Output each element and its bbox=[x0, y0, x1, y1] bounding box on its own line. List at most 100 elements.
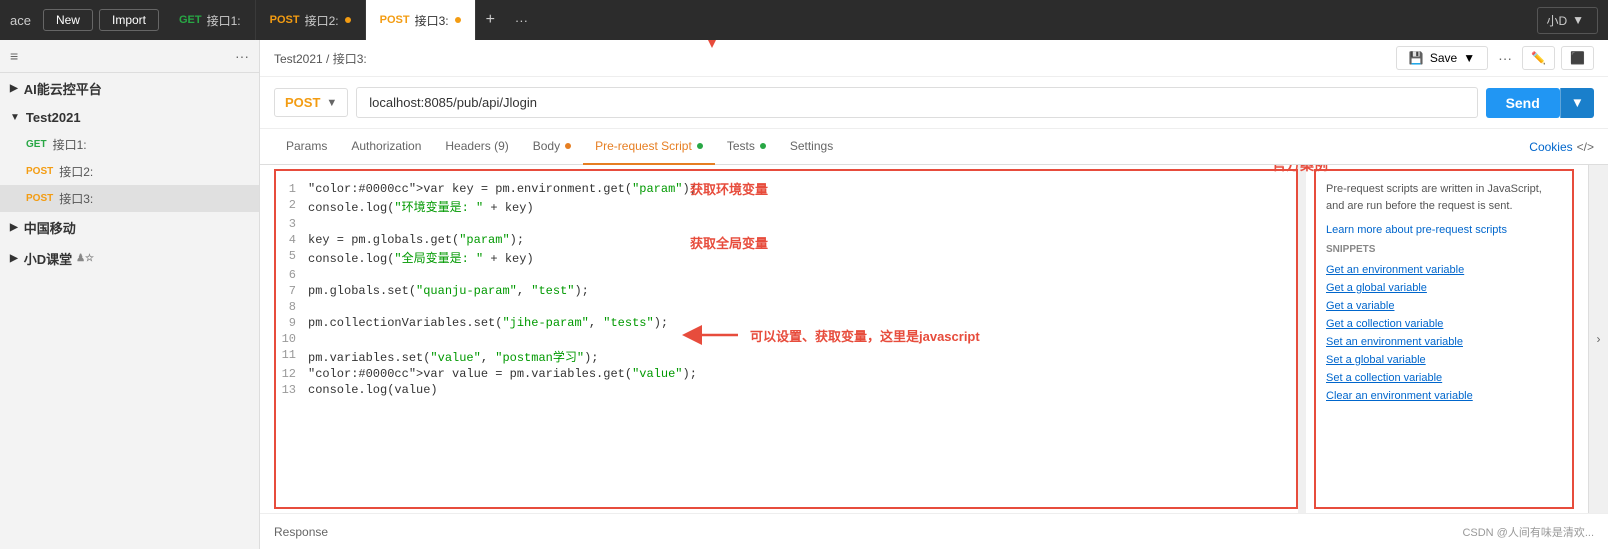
sidebar-filter-button[interactable]: ≡ bbox=[10, 48, 18, 64]
tab2-dot bbox=[345, 17, 351, 23]
sidebar-ai-title: AI能云控平台 bbox=[24, 79, 102, 98]
save-icon: 💾 bbox=[1409, 51, 1424, 65]
method-label: POST bbox=[285, 95, 320, 110]
method-chevron-icon: ▼ bbox=[326, 97, 337, 109]
code-line: 2console.log("环境变量是: " + key) bbox=[276, 197, 1296, 216]
snippet-item[interactable]: Set an environment variable bbox=[1326, 333, 1562, 351]
edit-button[interactable]: ✏️ bbox=[1522, 46, 1555, 70]
snippet-item[interactable]: Get a global variable bbox=[1326, 279, 1562, 297]
app-title: ace bbox=[10, 13, 31, 28]
api1-method-label: GET bbox=[26, 139, 47, 150]
request-line: POST ▼ Send ▼ bbox=[260, 77, 1608, 129]
snippet-item[interactable]: Get a variable bbox=[1326, 297, 1562, 315]
snippet-item[interactable]: Get an environment variable bbox=[1326, 261, 1562, 279]
line-code-text: key = pm.globals.get("param"); bbox=[308, 233, 1296, 247]
panel-toggle-button[interactable]: › bbox=[1588, 165, 1608, 513]
snippets-description: Pre-request scripts are written in JavaS… bbox=[1326, 181, 1562, 214]
snippet-item[interactable]: Clear an environment variable bbox=[1326, 387, 1562, 405]
learn-more-link[interactable]: Learn more about pre-request scripts bbox=[1326, 224, 1562, 236]
tabs-area: GET 接口1: POST 接口2: POST 接口3: + ··· bbox=[165, 0, 1537, 40]
tab-authorization[interactable]: Authorization bbox=[339, 129, 433, 165]
sidebar-xiaod-title: 小D课堂 bbox=[24, 249, 72, 268]
code-line: 9pm.collectionVariables.set("jihe-param"… bbox=[276, 315, 1296, 331]
line-code-text: console.log("全局变量是: " + key) bbox=[308, 249, 1296, 266]
import-button[interactable]: Import bbox=[99, 9, 159, 31]
line-code-text: pm.collectionVariables.set("jihe-param",… bbox=[308, 316, 1296, 330]
url-input[interactable] bbox=[356, 87, 1477, 118]
new-button[interactable]: New bbox=[43, 9, 93, 31]
tab2-method: POST bbox=[270, 14, 300, 26]
editor-snippets-area: 获取环境变量 获取全局变量 可以设置、获取变量，这里是javascript bbox=[260, 165, 1608, 513]
tab-post-api2[interactable]: POST 接口2: bbox=[256, 0, 366, 40]
tab1-method: GET bbox=[179, 14, 202, 26]
tab1-name: 接口1: bbox=[207, 12, 241, 29]
add-tab-button[interactable]: + bbox=[476, 11, 505, 29]
send-button[interactable]: Send bbox=[1486, 88, 1560, 118]
line-number: 10 bbox=[276, 332, 308, 346]
toolbar-more-button[interactable]: ··· bbox=[1494, 46, 1516, 70]
line-code-text: console.log(value) bbox=[308, 383, 1296, 397]
tab-body[interactable]: Body bbox=[521, 129, 583, 165]
body-label: Body bbox=[533, 139, 560, 153]
line-code-text: "color:#0000cc">var key = pm.environment… bbox=[308, 182, 1296, 196]
snippet-item[interactable]: Set a global variable bbox=[1326, 351, 1562, 369]
workspace-chevron: ▼ bbox=[1572, 13, 1584, 27]
api3-name: 接口3: bbox=[59, 190, 93, 207]
sidebar-item-api3[interactable]: POST 接口3: bbox=[0, 185, 259, 212]
tab3-dot bbox=[455, 17, 461, 23]
ai-chevron-icon: ▶ bbox=[10, 83, 18, 94]
code-editor[interactable]: 1"color:#0000cc">var key = pm.environmen… bbox=[274, 169, 1298, 509]
sidebar-test2021-title: Test2021 bbox=[26, 110, 81, 125]
tab-params[interactable]: Params bbox=[274, 129, 339, 165]
line-number: 4 bbox=[276, 233, 308, 247]
editor-scrollbar[interactable] bbox=[1298, 165, 1306, 513]
tab-tests[interactable]: Tests bbox=[715, 129, 778, 165]
code-toggle-button[interactable]: </> bbox=[1577, 140, 1594, 154]
tab-post-api3[interactable]: POST 接口3: bbox=[366, 0, 476, 40]
line-code-text bbox=[308, 300, 1296, 314]
save-button[interactable]: 💾 Save ▼ bbox=[1396, 46, 1488, 70]
line-number: 9 bbox=[276, 316, 308, 330]
sidebar-section-ai[interactable]: ▶ AI能云控平台 bbox=[0, 73, 259, 104]
tab-settings[interactable]: Settings bbox=[778, 129, 845, 165]
sidebar-section-chinamobile[interactable]: ▶ 中国移动 bbox=[0, 212, 259, 243]
tab-prerequest[interactable]: Pre-request Script bbox=[583, 129, 715, 165]
workspace-name: 小D bbox=[1546, 12, 1567, 29]
send-chevron-button[interactable]: ▼ bbox=[1560, 88, 1594, 118]
api1-name: 接口1: bbox=[53, 136, 87, 153]
snippets-section-label: SNIPPETS bbox=[1326, 244, 1562, 255]
sidebar-more-button[interactable]: ··· bbox=[235, 48, 249, 64]
snippet-item[interactable]: Set a collection variable bbox=[1326, 369, 1562, 387]
method-selector[interactable]: POST ▼ bbox=[274, 88, 348, 117]
content-area: Test2021 / 接口3: 💾 Save ▼ ··· ✏️ ⬛ 前置处理 bbox=[260, 40, 1608, 549]
test2021-chevron-icon: ▼ bbox=[10, 112, 20, 123]
send-area: Send ▼ bbox=[1486, 88, 1594, 118]
code-line: 4key = pm.globals.get("param"); bbox=[276, 232, 1296, 248]
line-number: 8 bbox=[276, 300, 308, 314]
line-code-text bbox=[308, 268, 1296, 282]
snippet-item[interactable]: Get a collection variable bbox=[1326, 315, 1562, 333]
prerequest-label: Pre-request Script bbox=[595, 139, 692, 153]
code-line: 8 bbox=[276, 299, 1296, 315]
sidebar-toolbar: ≡ ··· bbox=[0, 40, 259, 73]
line-number: 11 bbox=[276, 348, 308, 362]
prerequest-dot bbox=[697, 143, 703, 149]
code-line: 10 bbox=[276, 331, 1296, 347]
sidebar-item-api2[interactable]: POST 接口2: bbox=[0, 158, 259, 185]
cookies-link[interactable]: Cookies bbox=[1529, 140, 1572, 154]
line-number: 12 bbox=[276, 367, 308, 381]
code-line: 5console.log("全局变量是: " + key) bbox=[276, 248, 1296, 267]
sidebar-item-api1[interactable]: GET 接口1: bbox=[0, 131, 259, 158]
code-line: 1"color:#0000cc">var key = pm.environmen… bbox=[276, 181, 1296, 197]
workspace-selector[interactable]: 小D ▼ bbox=[1537, 7, 1598, 34]
save-chevron-icon: ▼ bbox=[1463, 51, 1475, 65]
layout-button[interactable]: ⬛ bbox=[1561, 46, 1594, 70]
tabs-more-button[interactable]: ··· bbox=[505, 13, 538, 28]
line-code-text bbox=[308, 332, 1296, 346]
sidebar-section-xiaod[interactable]: ▶ 小D课堂 ♟☆ bbox=[0, 243, 259, 274]
tab-get-api1[interactable]: GET 接口1: bbox=[165, 0, 256, 40]
tab-headers[interactable]: Headers (9) bbox=[433, 129, 520, 165]
code-line: 12"color:#0000cc">var value = pm.variabl… bbox=[276, 366, 1296, 382]
sidebar-section-test2021[interactable]: ▼ Test2021 bbox=[0, 104, 259, 131]
line-number: 5 bbox=[276, 249, 308, 263]
